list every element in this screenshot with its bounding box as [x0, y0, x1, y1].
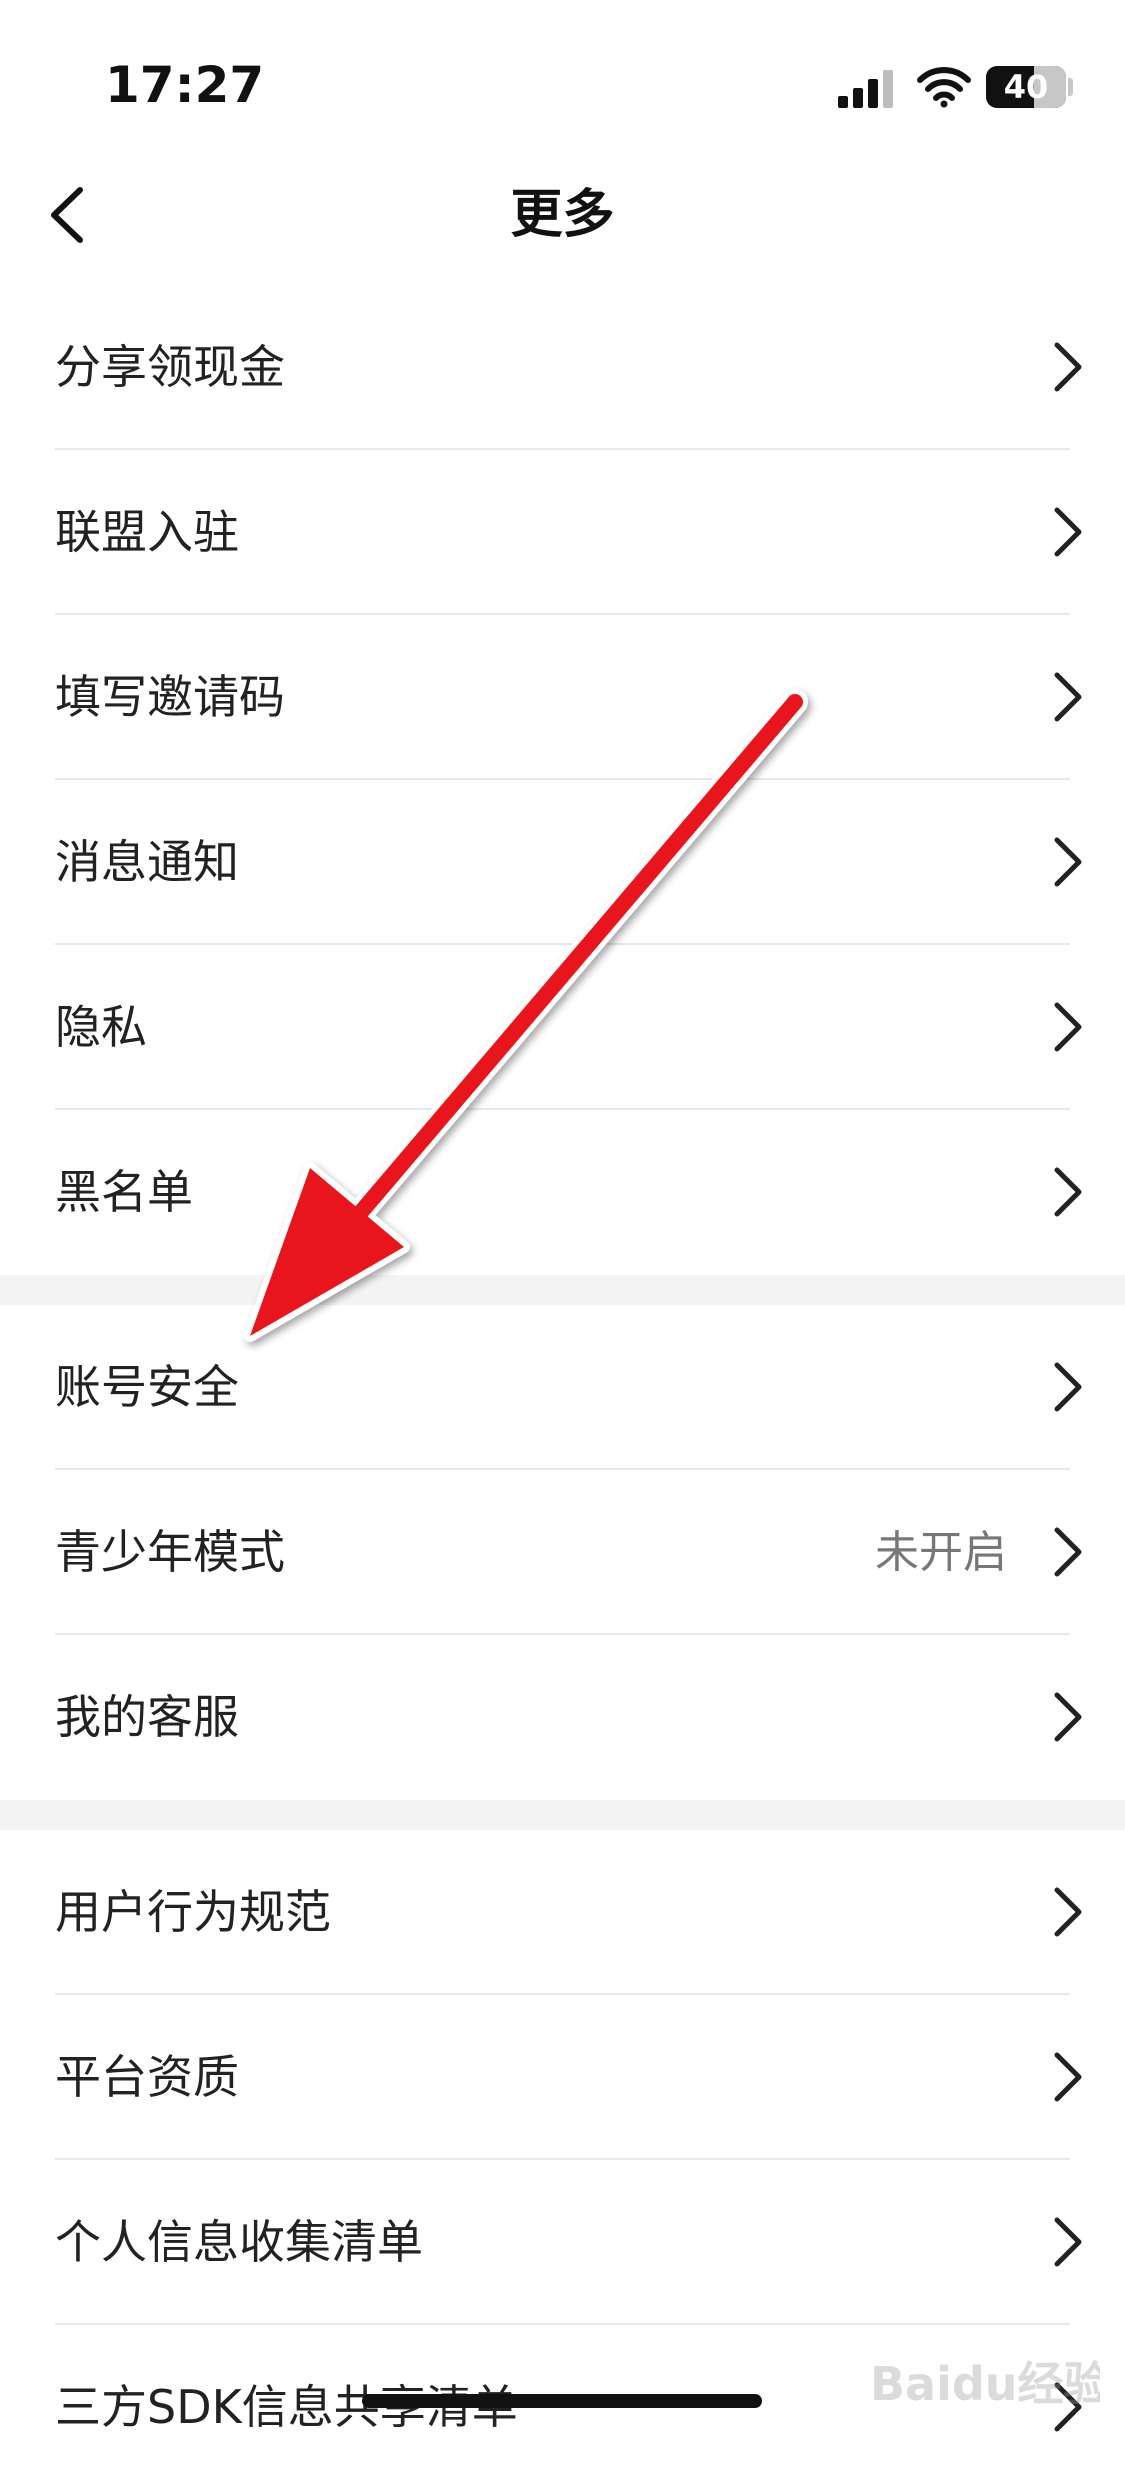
battery-level: 40 — [1003, 68, 1049, 106]
menu-item-user-conduct[interactable]: 用户行为规范 — [0, 1830, 1125, 1995]
menu-item-label: 个人信息收集清单 — [55, 2215, 423, 2269]
chevron-right-icon — [1054, 1527, 1082, 1577]
menu-item-label: 我的客服 — [55, 1690, 239, 1744]
menu-item-alliance-join[interactable]: 联盟入驻 — [0, 450, 1125, 615]
menu-item-label: 隐私 — [55, 1000, 147, 1054]
menu-item-privacy[interactable]: 隐私 — [0, 945, 1125, 1110]
menu-item-label: 平台资质 — [55, 2050, 239, 2104]
signal-icon — [838, 68, 898, 108]
watermark-logo: Baidu经验 — [860, 2330, 1110, 2430]
paw-icon: Baidu经验 — [870, 2357, 1110, 2411]
battery-cap — [1068, 78, 1073, 96]
settings-group-1: 分享领现金 联盟入驻 填写邀请码 消息通知 隐私 黑名单 — [0, 285, 1125, 1275]
menu-item-blacklist[interactable]: 黑名单 — [0, 1110, 1125, 1275]
nav-bar: 更多 — [0, 160, 1125, 270]
chevron-right-icon — [1054, 1887, 1082, 1937]
menu-item-label: 填写邀请码 — [55, 670, 285, 724]
menu-item-label: 黑名单 — [55, 1165, 193, 1219]
chevron-right-icon — [1054, 1362, 1082, 1412]
chevron-right-icon — [1054, 342, 1082, 392]
menu-item-account-security[interactable]: 账号安全 — [0, 1305, 1125, 1470]
menu-item-platform-qualification[interactable]: 平台资质 — [0, 1995, 1125, 2160]
chevron-right-icon — [1054, 1692, 1082, 1742]
menu-item-customer-service[interactable]: 我的客服 — [0, 1635, 1125, 1800]
menu-item-label: 青少年模式 — [55, 1525, 285, 1579]
youth-mode-status: 未开启 — [875, 1527, 1007, 1578]
menu-item-share-cash[interactable]: 分享领现金 — [0, 285, 1125, 450]
battery-icon: 40 — [986, 66, 1066, 108]
menu-item-invite-code[interactable]: 填写邀请码 — [0, 615, 1125, 780]
menu-item-label: 账号安全 — [55, 1360, 239, 1414]
group-separator — [0, 1800, 1125, 1830]
menu-item-personal-info-list[interactable]: 个人信息收集清单 — [0, 2160, 1125, 2325]
menu-item-youth-mode[interactable]: 青少年模式 未开启 — [0, 1470, 1125, 1635]
back-chevron-icon[interactable] — [40, 180, 100, 250]
chevron-right-icon — [1054, 1002, 1082, 1052]
menu-item-label: 联盟入驻 — [55, 505, 239, 559]
wifi-icon — [917, 67, 971, 108]
page-title: 更多 — [510, 185, 615, 245]
menu-item-label: 分享领现金 — [55, 340, 285, 394]
settings-group-2: 账号安全 青少年模式 未开启 我的客服 — [0, 1305, 1125, 1800]
home-indicator — [362, 2394, 762, 2408]
chevron-right-icon — [1054, 507, 1082, 557]
menu-item-label: 用户行为规范 — [55, 1885, 331, 1939]
group-separator — [0, 1275, 1125, 1305]
status-time: 17:27 — [105, 56, 265, 114]
status-bar: 17:27 40 — [0, 0, 1125, 160]
menu-item-label: 消息通知 — [55, 835, 239, 889]
chevron-right-icon — [1054, 837, 1082, 887]
chevron-right-icon — [1054, 672, 1082, 722]
chevron-right-icon — [1054, 2052, 1082, 2102]
menu-item-notifications[interactable]: 消息通知 — [0, 780, 1125, 945]
watermark-text: Baidu经验 — [870, 2357, 1100, 2411]
chevron-right-icon — [1054, 1167, 1082, 1217]
chevron-right-icon — [1054, 2217, 1082, 2267]
